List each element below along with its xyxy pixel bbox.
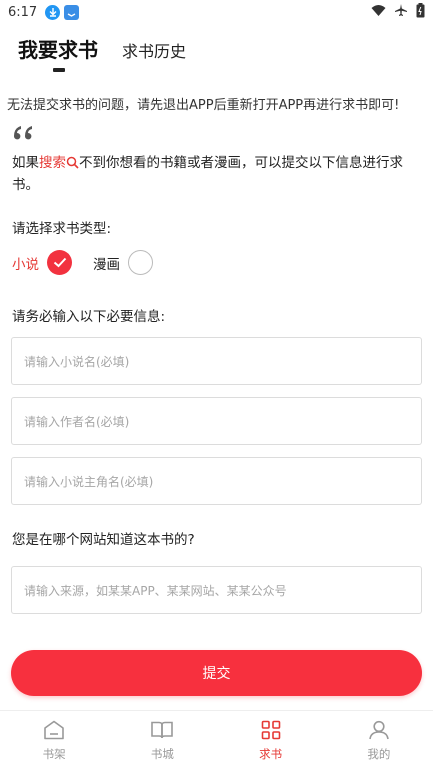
request-book-icon	[261, 720, 280, 739]
type-option-comic[interactable]: 漫画	[93, 250, 153, 275]
search-icon[interactable]	[66, 156, 79, 169]
submit-button[interactable]: 提交	[11, 650, 422, 696]
active-tab-indicator	[53, 68, 65, 72]
nav-label: 书城	[150, 746, 174, 761]
status-bar: 6:17	[0, 0, 433, 24]
bookshelf-icon	[44, 720, 64, 739]
wifi-icon	[371, 4, 386, 21]
nav-label: 我的	[367, 746, 391, 761]
unchecked-radio-icon[interactable]	[128, 250, 153, 275]
nav-item-request-book[interactable]: 求书	[217, 711, 325, 770]
app-notification-icon	[64, 4, 80, 20]
quote-icon	[13, 126, 32, 140]
tab-request-book[interactable]: 我要求书	[18, 34, 98, 63]
tab-request-history[interactable]: 求书历史	[122, 38, 186, 62]
intro-text: 如果搜索 不到你想看的书籍或者漫画，可以提交以下信息进行求书。	[12, 152, 412, 196]
nav-item-bookstore[interactable]: 书城	[108, 711, 216, 770]
type-option-label: 小说	[12, 256, 39, 273]
source-field[interactable]: 请输入来源，如某某APP、某某网站、某某公众号	[11, 566, 422, 614]
checked-radio-icon[interactable]	[47, 250, 72, 275]
nav-item-profile[interactable]: 我的	[325, 711, 433, 770]
field-placeholder: 请输入小说主角名(必填)	[24, 474, 154, 489]
required-section-label: 请务必输入以下必要信息:	[12, 309, 166, 325]
bottom-nav: 书架 书城 求书 我的	[0, 710, 433, 770]
novel-name-field[interactable]: 请输入小说名(必填)	[11, 337, 422, 385]
type-section-label: 请选择求书类型:	[12, 221, 112, 237]
top-tab-bar: 我要求书 求书历史	[0, 24, 433, 84]
nav-label: 书架	[42, 746, 66, 761]
airplane-mode-icon	[394, 3, 408, 21]
bookstore-icon	[151, 721, 174, 738]
protagonist-name-field[interactable]: 请输入小说主角名(必填)	[11, 457, 422, 505]
nav-label: 求书	[259, 746, 283, 761]
notice-banner: 无法提交求书的问题，请先退出APP后重新打开APP再进行求书即可!	[7, 98, 400, 113]
field-placeholder: 请输入来源，如某某APP、某某网站、某某公众号	[24, 583, 287, 598]
request-form: 无法提交求书的问题，请先退出APP后重新打开APP再进行求书即可! 如果搜索 不到…	[0, 84, 433, 710]
author-name-field[interactable]: 请输入作者名(必填)	[11, 397, 422, 445]
field-placeholder: 请输入小说名(必填)	[24, 354, 130, 369]
status-time: 6:17	[8, 4, 38, 20]
search-link[interactable]: 搜索	[39, 155, 66, 171]
field-placeholder: 请输入作者名(必填)	[24, 414, 130, 429]
type-option-novel[interactable]: 小说	[12, 250, 72, 275]
type-option-label: 漫画	[93, 256, 120, 273]
source-section-label: 您是在哪个网站知道这本书的?	[12, 532, 195, 548]
nav-item-bookshelf[interactable]: 书架	[0, 711, 108, 770]
download-icon	[45, 4, 61, 20]
intro-prefix: 如果	[12, 155, 39, 171]
battery-icon	[416, 2, 425, 22]
profile-icon	[369, 720, 389, 739]
